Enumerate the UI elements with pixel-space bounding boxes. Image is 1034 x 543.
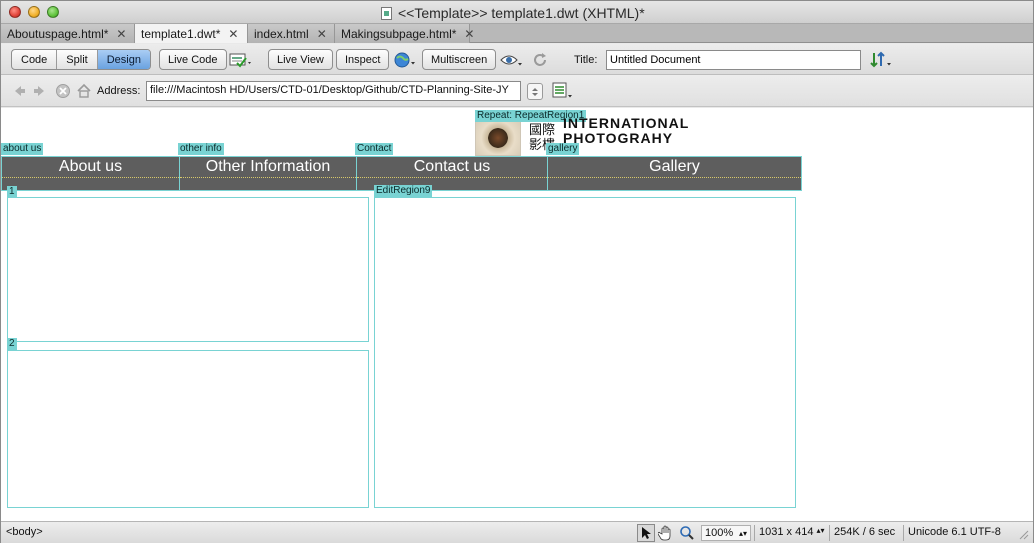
nav-item-about-us[interactable]: About us	[2, 157, 180, 190]
editable-region-tag-other-info[interactable]: other info	[178, 143, 224, 155]
tab-aboutuspage[interactable]: Aboutuspage.html* ✕	[1, 24, 135, 43]
inspect-button[interactable]: Inspect	[336, 49, 390, 70]
hand-tool-icon[interactable]	[658, 525, 674, 541]
editable-region-tag-about-us[interactable]: about us	[1, 143, 44, 155]
nav-item-gallery[interactable]: Gallery	[548, 157, 801, 190]
title-bar: <<Template>> template1.dwt (XHTML)*	[1, 1, 1033, 24]
close-tab-icon[interactable]: ✕	[317, 27, 327, 41]
close-tab-icon[interactable]: ✕	[116, 27, 126, 41]
select-arrows-icon: ▴▾	[816, 526, 825, 535]
status-bar: <body> 100% ▴▾ 1031 x 414 ▴▾ 254K / 6 se…	[1, 521, 1033, 543]
editable-region-1[interactable]	[7, 197, 369, 342]
close-tab-icon[interactable]: ✕	[464, 27, 474, 41]
close-window-button[interactable]	[9, 6, 21, 18]
zoom-window-button[interactable]	[47, 6, 59, 18]
refresh-icon[interactable]	[532, 52, 548, 68]
document-icon	[381, 6, 392, 20]
forward-arrow-icon[interactable]	[32, 83, 48, 99]
minimize-window-button[interactable]	[28, 6, 40, 18]
tag-selector[interactable]: <body>	[6, 526, 43, 538]
editable-region-9[interactable]	[374, 197, 796, 508]
window-size-menu[interactable]: 1031 x 414 ▴▾	[759, 526, 824, 538]
window-title-text: <<Template>> template1.dwt (XHTML)*	[398, 5, 645, 21]
select-arrows-icon: ▴▾	[738, 528, 747, 538]
download-size-readout: 254K / 6 sec	[834, 526, 896, 538]
address-stepper-icon[interactable]	[527, 83, 543, 100]
document-title-input[interactable]	[606, 50, 861, 70]
tab-label: template1.dwt*	[141, 26, 221, 41]
close-tab-icon[interactable]: ✕	[228, 27, 238, 41]
zoom-value: 100%	[705, 527, 734, 539]
validate-icon[interactable]	[229, 52, 253, 68]
tab-index[interactable]: index.html ✕	[248, 24, 335, 43]
nav-item-other-information[interactable]: Other Information	[180, 157, 357, 190]
zoom-select[interactable]: 100% ▴▾	[701, 525, 751, 541]
window-title: <<Template>> template1.dwt (XHTML)*	[381, 5, 645, 21]
tab-label: index.html	[254, 26, 309, 41]
title-label: Title:	[574, 54, 598, 66]
window-size-value: 1031 x 414	[759, 526, 814, 538]
visual-aids-eye-icon[interactable]	[500, 51, 524, 69]
dreamweaver-window: <<Template>> template1.dwt (XHTML)* Abou…	[0, 0, 1034, 543]
resize-grip-icon[interactable]	[1017, 528, 1029, 540]
tab-label: Makingsubpage.html*	[341, 26, 457, 41]
browser-navigation-bar: Address: file:///Macintosh HD/Users/CTD-…	[1, 75, 1033, 107]
logo-text-photography: PHOTOGRAHY	[563, 130, 674, 146]
tab-template1[interactable]: template1.dwt* ✕	[135, 24, 248, 43]
status-divider	[829, 525, 830, 541]
view-mode-switcher: Code Split Design	[11, 49, 151, 70]
home-icon[interactable]	[76, 83, 92, 99]
document-toolbar: Code Split Design Live Code Live View In…	[1, 44, 1033, 75]
tab-label: Aboutuspage.html*	[7, 26, 109, 41]
code-view-button[interactable]: Code	[12, 50, 58, 69]
view-options-icon[interactable]	[551, 81, 575, 101]
split-view-button[interactable]: Split	[57, 50, 98, 69]
editable-region-tag-9[interactable]: EditRegion9	[374, 185, 433, 197]
multiscreen-button[interactable]: Multiscreen	[422, 49, 497, 70]
preview-globe-icon[interactable]	[393, 51, 417, 69]
live-view-button[interactable]: Live View	[268, 49, 333, 70]
status-divider	[903, 525, 904, 541]
file-management-icon[interactable]	[869, 51, 893, 69]
design-view-canvas[interactable]: Repeat: RepeatRegion1 國際 影樓 INTERNATIONA…	[1, 108, 1033, 521]
editable-region-2[interactable]	[7, 350, 369, 508]
editable-region-tag-gallery[interactable]: gallery	[546, 143, 580, 155]
logo-image[interactable]	[475, 120, 521, 156]
select-tool-icon[interactable]	[637, 524, 655, 542]
zoom-tool-icon[interactable]	[679, 525, 695, 541]
encoding-readout: Unicode 6.1 UTF-8	[908, 526, 1001, 538]
back-arrow-icon[interactable]	[11, 83, 27, 99]
nav-item-label: Gallery	[649, 158, 700, 175]
address-field[interactable]: file:///Macintosh HD/Users/CTD-01/Deskto…	[146, 81, 521, 101]
stop-icon[interactable]	[55, 83, 71, 99]
tab-makingsubpage[interactable]: Makingsubpage.html* ✕	[335, 24, 474, 43]
editable-region-tag-1[interactable]: 1	[7, 186, 17, 198]
editable-region-tag-2[interactable]: 2	[7, 338, 17, 350]
status-divider	[754, 525, 755, 541]
nav-item-label: Other Information	[205, 158, 331, 175]
logo-text-international: INTERNATIONAL	[563, 115, 690, 131]
nav-item-label: About us	[58, 158, 123, 175]
address-label: Address:	[97, 85, 141, 97]
editable-region-tag-contact[interactable]: Contact	[355, 143, 394, 155]
document-tab-bar: Aboutuspage.html* ✕ template1.dwt* ✕ ind…	[1, 24, 1033, 43]
live-code-button[interactable]: Live Code	[159, 49, 227, 70]
design-view-button[interactable]: Design	[97, 50, 150, 69]
